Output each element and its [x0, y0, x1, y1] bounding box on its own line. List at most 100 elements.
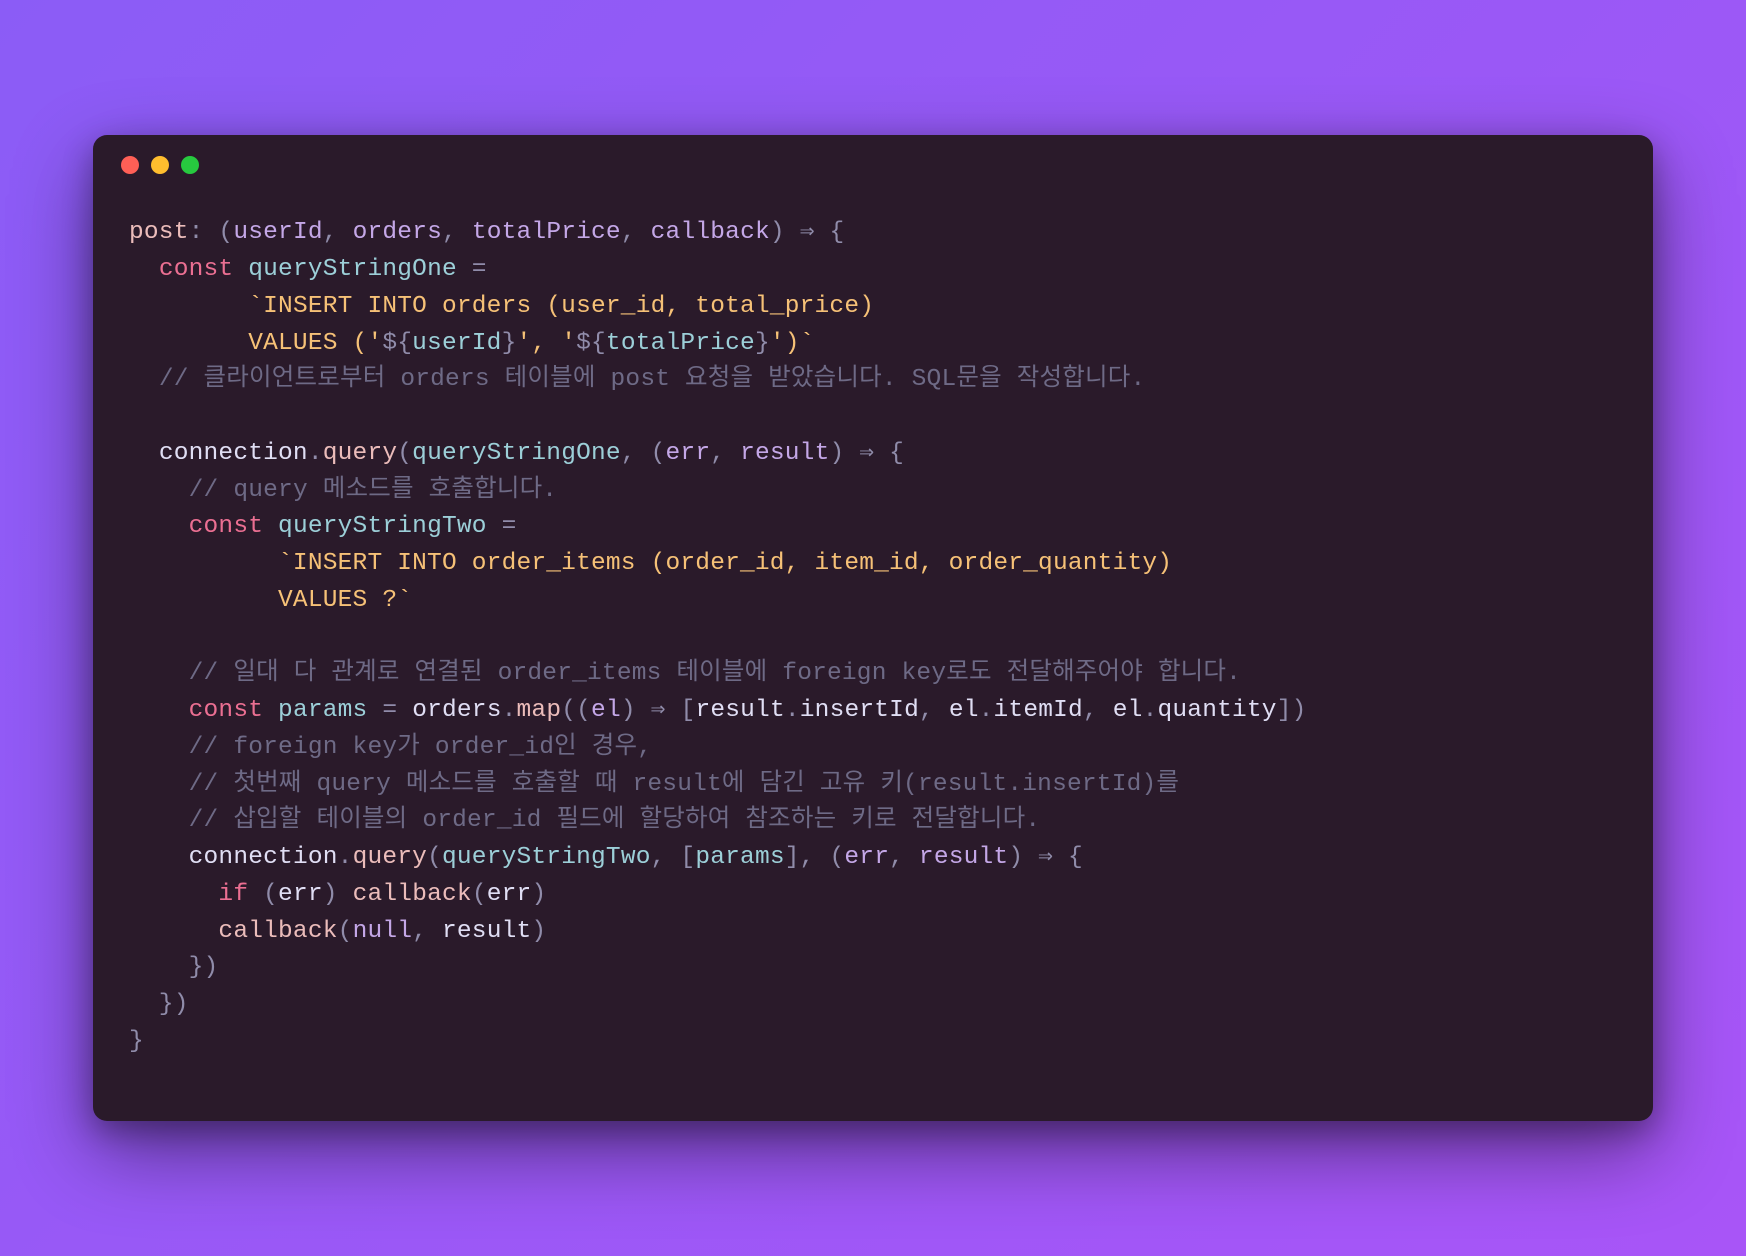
code-token [129, 881, 218, 908]
code-token: , [1083, 697, 1113, 724]
code-token [129, 660, 189, 687]
code-token: , [889, 844, 919, 871]
code-line: // 삽입할 테이블의 order_id 필드에 할당하여 참조하는 키로 전달… [129, 803, 1617, 840]
code-token [129, 734, 189, 761]
maximize-icon[interactable] [181, 156, 199, 174]
code-token: queryStringTwo [278, 513, 487, 540]
code-token: VALUES ?` [129, 587, 412, 614]
code-token: params [278, 697, 367, 724]
code-token [129, 477, 189, 504]
code-token: result [919, 844, 1008, 871]
code-token: queryStringOne [248, 256, 457, 283]
code-token: // 첫번째 query 메소드를 호출할 때 result에 담긴 고유 키(… [189, 771, 1180, 798]
code-token: ( [397, 440, 412, 467]
code-token: totalPrice [472, 219, 621, 246]
code-token [129, 807, 189, 834]
code-token: { [815, 219, 845, 246]
code-token: query [353, 844, 428, 871]
code-token: . [785, 697, 800, 724]
code-token: // query 메소드를 호출합니다. [189, 477, 558, 504]
close-icon[interactable] [121, 156, 139, 174]
code-line: // query 메소드를 호출합니다. [129, 473, 1617, 510]
code-line: callback(null, result) [129, 914, 1617, 951]
code-token: , [ [651, 844, 696, 871]
code-token: ( [338, 918, 353, 945]
code-line: } [129, 1024, 1617, 1061]
window-titlebar [93, 135, 1653, 195]
code-line: `INSERT INTO orders (user_id, total_pric… [129, 289, 1617, 326]
code-token: ( [472, 881, 487, 908]
code-token: ')` [770, 330, 815, 357]
code-token: callback [651, 219, 770, 246]
code-token: ( [427, 844, 442, 871]
code-token: { [874, 440, 904, 467]
code-token: ) [531, 881, 546, 908]
code-token: itemId [994, 697, 1083, 724]
code-token: userId [233, 219, 322, 246]
code-token: ⇒ [651, 697, 666, 724]
code-token: ${ [576, 330, 606, 357]
code-token: // 일대 다 관계로 연결된 order_items 테이블에 foreign… [189, 660, 1241, 687]
code-line [129, 620, 1617, 657]
code-line [129, 399, 1617, 436]
code-line: const queryStringTwo = [129, 509, 1617, 546]
code-line: connection.query(queryStringTwo, [params… [129, 840, 1617, 877]
code-line: connection.query(queryStringOne, (err, r… [129, 436, 1617, 473]
code-token: totalPrice [606, 330, 755, 357]
code-token: map [517, 697, 562, 724]
code-token: , [710, 440, 740, 467]
code-token: } [502, 330, 517, 357]
code-token: . [1143, 697, 1158, 724]
code-token: }) [129, 954, 218, 981]
code-token: err [278, 881, 323, 908]
code-token: // foreign key가 order_id인 경우, [189, 734, 653, 761]
code-token: { [1053, 844, 1083, 871]
code-token: , [621, 219, 651, 246]
code-token [129, 550, 278, 577]
code-token: userId [412, 330, 501, 357]
code-token: (( [561, 697, 591, 724]
code-token: , ( [621, 440, 666, 467]
code-line: // 클라이언트로부터 orders 테이블에 post 요청을 받았습니다. … [129, 362, 1617, 399]
code-token: ${ [382, 330, 412, 357]
code-token: . [308, 440, 323, 467]
code-token [129, 293, 248, 320]
code-token: : ( [189, 219, 234, 246]
code-token: orders [412, 697, 501, 724]
code-token: query [323, 440, 398, 467]
code-token: , [919, 697, 949, 724]
minimize-icon[interactable] [151, 156, 169, 174]
code-token: } [755, 330, 770, 357]
code-token: queryStringOne [412, 440, 621, 467]
code-token: callback [218, 918, 337, 945]
code-line: const queryStringOne = [129, 252, 1617, 289]
code-line: VALUES ?` [129, 583, 1617, 620]
code-token: . [979, 697, 994, 724]
code-line: const params = orders.map((el) ⇒ [result… [129, 693, 1617, 730]
code-token: queryStringTwo [442, 844, 651, 871]
code-token: VALUES (' [129, 330, 382, 357]
code-token: `INSERT INTO orders (user_id, total_pric… [248, 293, 889, 320]
code-token: // 삽입할 테이블의 order_id 필드에 할당하여 참조하는 키로 전달… [189, 807, 1041, 834]
code-token: if [218, 881, 248, 908]
code-line: }) [129, 987, 1617, 1024]
code-token: ', ' [516, 330, 576, 357]
code-token [263, 513, 278, 540]
code-token: params [695, 844, 784, 871]
code-token: ], ( [785, 844, 845, 871]
code-token: ) [829, 440, 859, 467]
code-line: `INSERT INTO order_items (order_id, item… [129, 546, 1617, 583]
code-token [129, 513, 189, 540]
code-token: ) [323, 881, 353, 908]
code-token [129, 918, 218, 945]
code-token: el [1113, 697, 1143, 724]
code-token: err [666, 440, 711, 467]
code-token: ]) [1277, 697, 1307, 724]
code-token: }) [129, 991, 189, 1018]
code-token: const [189, 513, 264, 540]
code-token [129, 403, 144, 430]
code-token: callback [353, 881, 472, 908]
code-token: null [353, 918, 413, 945]
code-token: . [502, 697, 517, 724]
code-token: ) [770, 219, 800, 246]
